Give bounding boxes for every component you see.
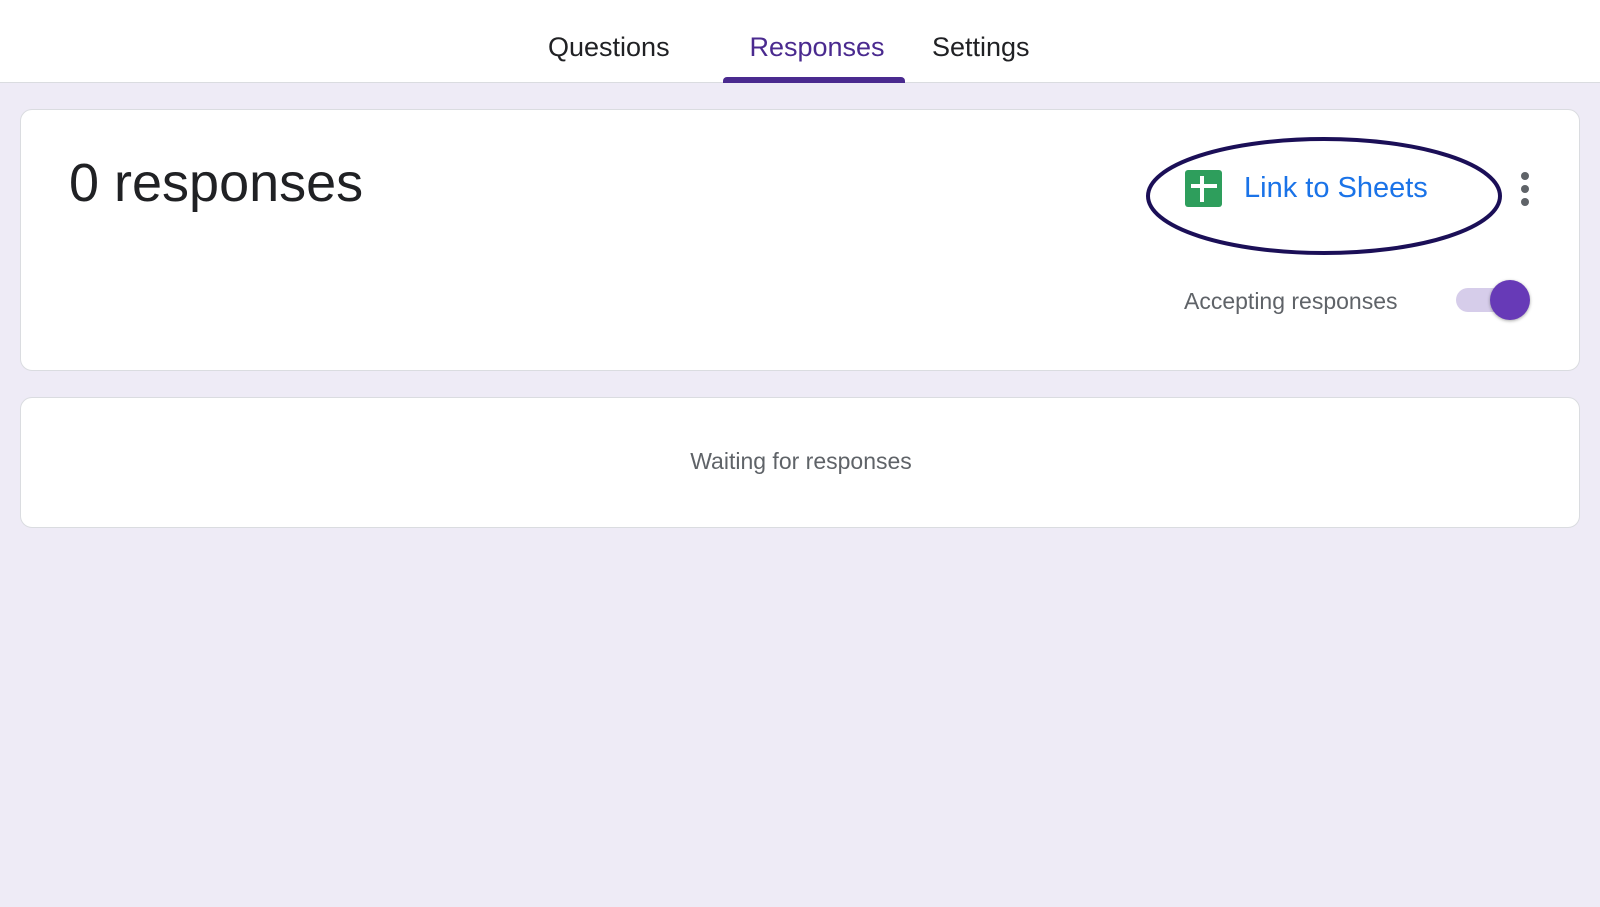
tab-settings[interactable]: Settings xyxy=(932,0,1052,83)
waiting-card: Waiting for responses xyxy=(20,397,1580,528)
responses-summary-card: 0 responses Link to Sheets Accepting res… xyxy=(20,109,1580,371)
google-sheets-icon xyxy=(1185,169,1222,207)
link-to-sheets-button[interactable]: Link to Sheets xyxy=(1185,168,1428,208)
link-to-sheets-label: Link to Sheets xyxy=(1244,171,1428,204)
top-tab-bar: Questions Responses Settings xyxy=(0,0,1600,83)
accepting-responses-toggle[interactable] xyxy=(1456,280,1536,320)
accepting-responses-label: Accepting responses xyxy=(1184,288,1398,314)
tab-responses[interactable]: Responses xyxy=(722,0,912,83)
response-count: 0 responses xyxy=(69,153,364,213)
waiting-message: Waiting for responses xyxy=(690,448,912,474)
more-vert-icon[interactable] xyxy=(1519,172,1531,208)
toggle-knob xyxy=(1490,280,1530,320)
tab-questions[interactable]: Questions xyxy=(548,0,698,83)
active-tab-indicator xyxy=(723,77,905,83)
